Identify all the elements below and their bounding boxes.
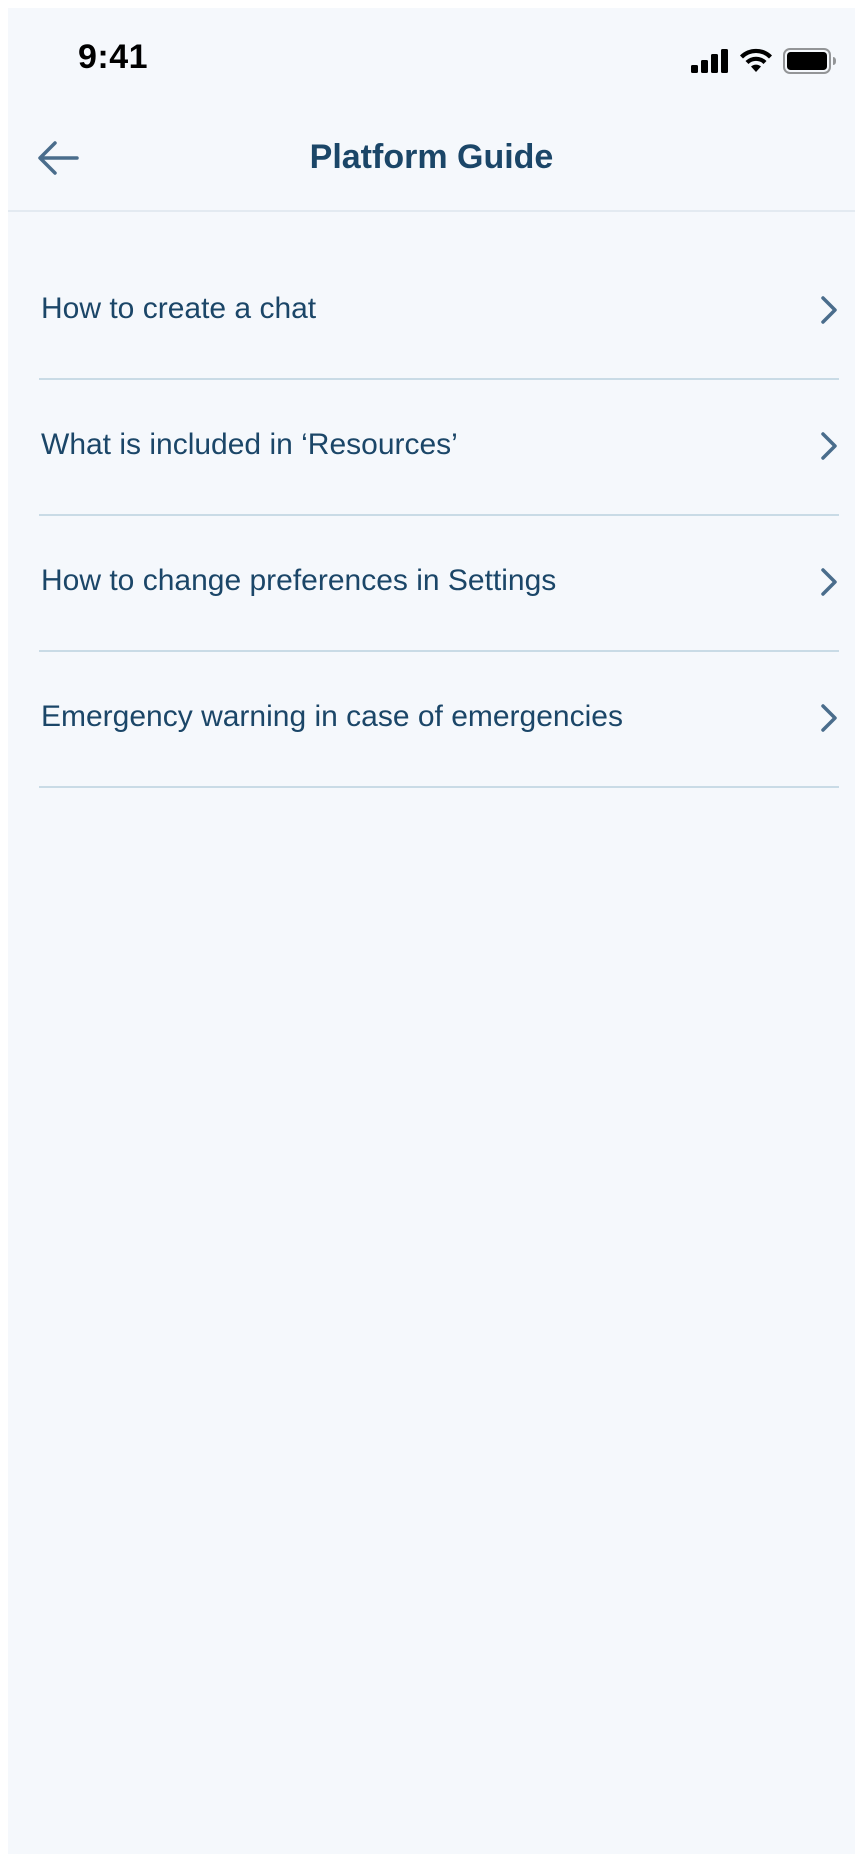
chevron-right-icon: [819, 430, 839, 462]
page-title: Platform Guide: [309, 138, 554, 176]
guide-list: How to create a chat What is included in…: [39, 244, 839, 788]
list-item-create-chat[interactable]: How to create a chat: [39, 244, 839, 380]
list-item-settings-preferences[interactable]: How to change preferences in Settings: [39, 516, 839, 652]
navigation-bar: Platform Guide: [8, 108, 855, 212]
status-time: 9:41: [78, 38, 149, 76]
chevron-right-icon: [819, 294, 839, 326]
list-item-resources[interactable]: What is included in ‘Resources’: [39, 380, 839, 516]
battery-icon: [783, 48, 837, 74]
list-item-label: Emergency warning in case of emergencies: [41, 700, 623, 733]
list-item-label: How to create a chat: [41, 292, 317, 325]
list-item-emergency-warning[interactable]: Emergency warning in case of emergencies: [39, 652, 839, 788]
chevron-right-icon: [819, 566, 839, 598]
status-bar: 9:41: [8, 8, 855, 108]
list-item-label: How to change preferences in Settings: [41, 564, 557, 597]
platform-guide-screen: 9:41 Platform Guide How to create a chat…: [8, 8, 855, 1854]
status-icons: [691, 46, 837, 76]
wifi-icon: [739, 48, 773, 74]
cellular-signal-icon: [691, 49, 729, 73]
chevron-right-icon: [819, 702, 839, 734]
list-item-label: What is included in ‘Resources’: [41, 428, 458, 461]
